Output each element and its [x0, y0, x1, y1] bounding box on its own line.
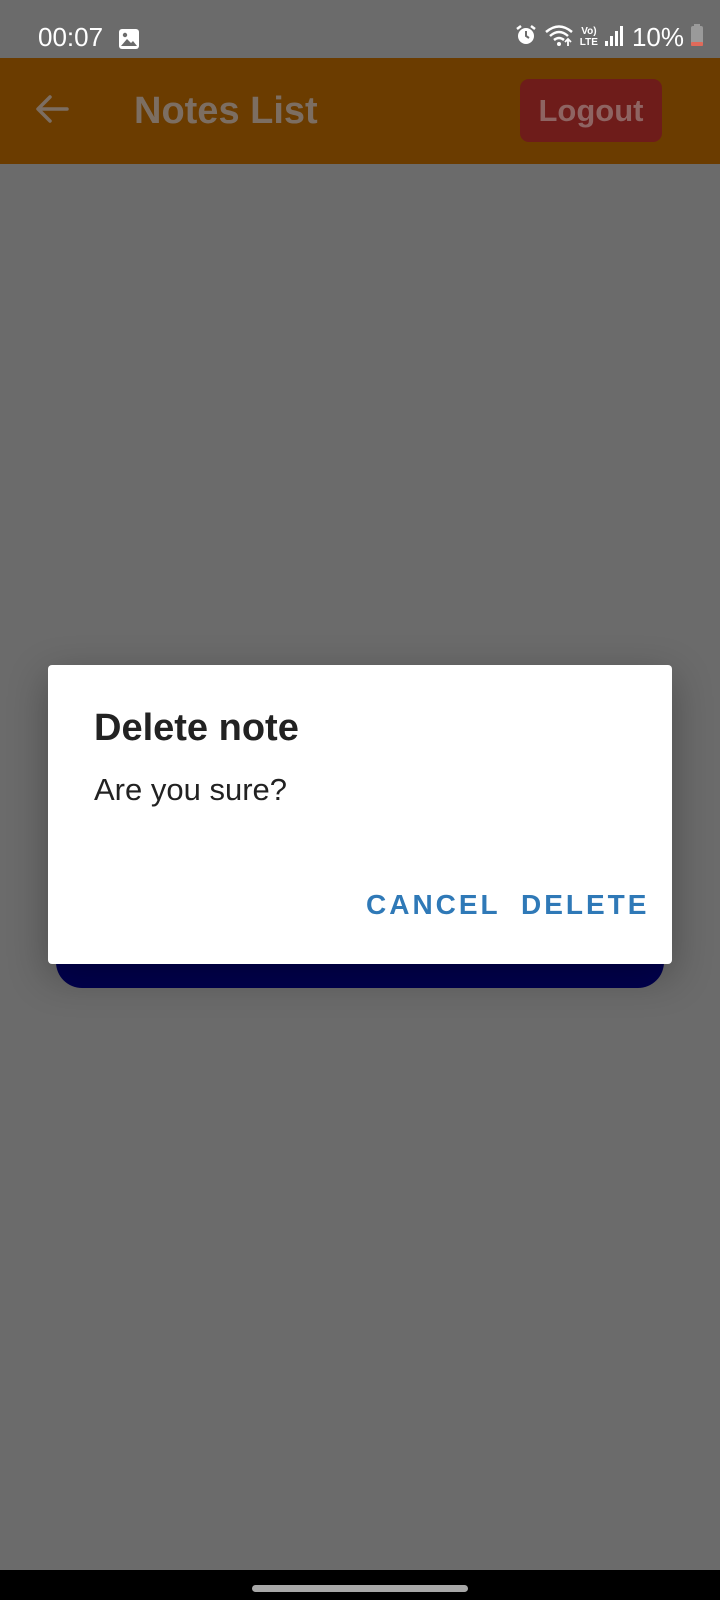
logout-button[interactable]: Logout: [520, 79, 662, 142]
battery-percent: 10%: [631, 22, 684, 52]
app-bar: Notes List Logout: [0, 58, 720, 164]
volte-label-top: Vo): [581, 26, 597, 37]
alarm-icon: [514, 23, 538, 52]
wifi-icon: [544, 23, 574, 52]
delete-button[interactable]: DELETE: [521, 889, 649, 921]
dialog-message: Are you sure?: [94, 772, 287, 807]
image-icon: [118, 28, 140, 50]
arrow-left-icon: [35, 94, 69, 129]
delete-note-dialog: Delete note Are you sure? CANCEL DELETE: [48, 665, 672, 964]
dialog-title: Delete note: [94, 707, 299, 749]
home-gesture-handle[interactable]: [252, 1585, 468, 1592]
navigation-bar: [0, 1570, 720, 1600]
cancel-button[interactable]: CANCEL: [366, 889, 501, 921]
back-button[interactable]: [30, 89, 74, 133]
status-time: 00:07: [38, 22, 104, 52]
battery-icon: [690, 23, 704, 52]
signal-icon: [604, 23, 626, 52]
page-title: Notes List: [134, 90, 318, 132]
status-icons: Vo) LTE 10%: [514, 22, 704, 52]
volte-icon: Vo) LTE: [580, 26, 598, 48]
volte-label-bottom: LTE: [579, 37, 598, 48]
status-bar: 00:07 Vo) LTE 10%: [0, 0, 720, 58]
